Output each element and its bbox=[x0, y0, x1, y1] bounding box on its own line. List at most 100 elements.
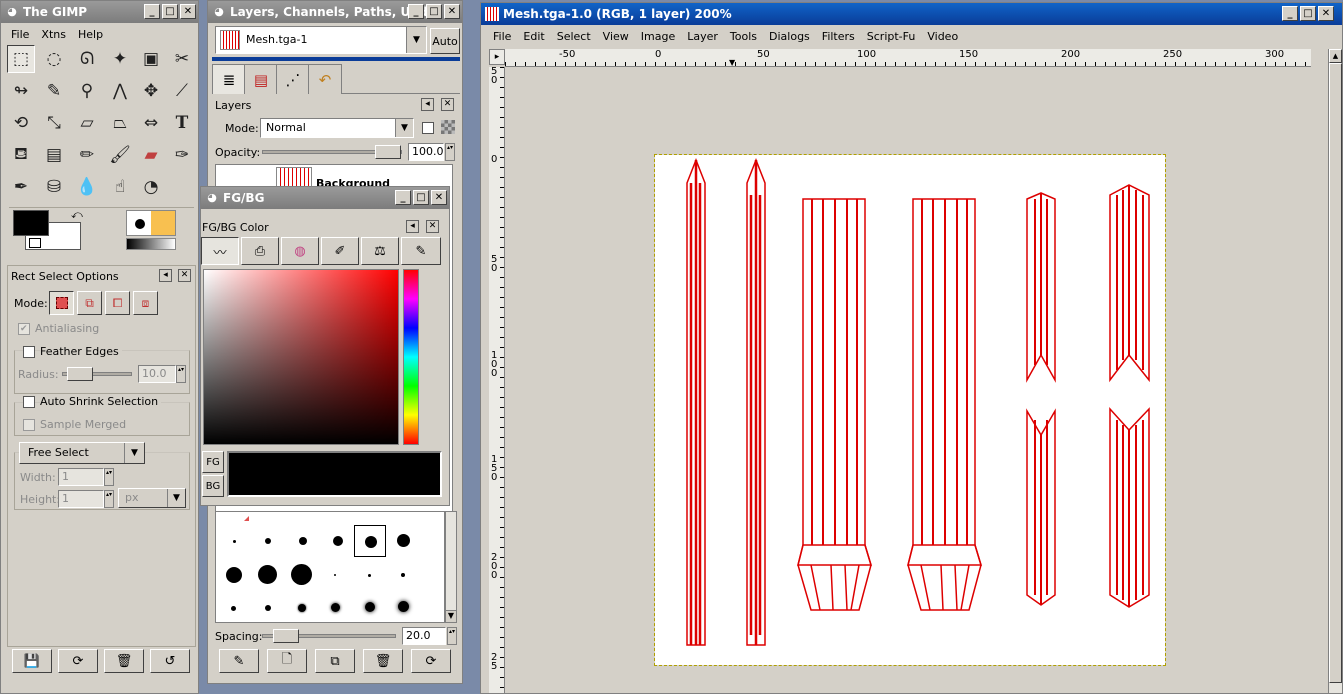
brush-fuzzy-1[interactable] bbox=[334, 574, 336, 576]
layers-titlebar[interactable]: ◕ Layers, Channels, Paths, Und... _ □ ✕ bbox=[208, 1, 462, 23]
image-canvas[interactable] bbox=[654, 154, 1166, 666]
hue-strip[interactable] bbox=[403, 269, 419, 445]
menu-edit[interactable]: Edit bbox=[517, 30, 550, 43]
maximize-button[interactable]: □ bbox=[162, 4, 178, 19]
triangle-selector-tab[interactable]: ◍ bbox=[281, 237, 319, 265]
image-titlebar[interactable]: Mesh.tga-1.0 (RGB, 1 layer) 200% _ □ ✕ bbox=[481, 3, 1342, 25]
brush-5[interactable] bbox=[299, 537, 307, 545]
menu-file[interactable]: File bbox=[487, 30, 517, 43]
brush-7[interactable] bbox=[333, 536, 343, 546]
reset-options-button[interactable]: ↺ bbox=[150, 649, 190, 673]
eyedropper-button[interactable]: ✎ bbox=[401, 237, 441, 265]
scale-tool-icon[interactable]: ⤡ bbox=[40, 109, 68, 137]
watercolor-selector-tab[interactable]: ✐ bbox=[321, 237, 359, 265]
gradient-preview[interactable] bbox=[126, 238, 176, 250]
opacity-spin[interactable]: ▴▾ bbox=[445, 143, 455, 161]
maximize-button[interactable]: □ bbox=[1300, 6, 1316, 21]
free-select-dropdown[interactable]: Free Select ▼ bbox=[19, 442, 145, 464]
paintbrush-tool-icon[interactable]: 🖌 bbox=[106, 141, 134, 169]
menu-select[interactable]: Select bbox=[551, 30, 597, 43]
layer-mode-dropdown[interactable]: Normal ▼ bbox=[260, 118, 414, 138]
bucket-fill-tool-icon[interactable]: ⛾ bbox=[7, 141, 35, 169]
panel-close-icon[interactable]: ✕ bbox=[426, 220, 439, 233]
menu-tools[interactable]: Tools bbox=[724, 30, 763, 43]
sample-merged-checkbox[interactable] bbox=[23, 419, 35, 431]
clone-tool-icon[interactable]: ⛁ bbox=[40, 173, 68, 201]
menu-video[interactable]: Video bbox=[921, 30, 964, 43]
new-page-button[interactable]: 🗋 bbox=[267, 649, 307, 673]
brush-fuzzy-7[interactable] bbox=[331, 603, 340, 612]
refresh-button[interactable]: ⟳ bbox=[411, 649, 451, 673]
unit-dropdown[interactable]: px ▼ bbox=[118, 488, 186, 508]
menu-file[interactable]: File bbox=[5, 28, 35, 41]
width-spin[interactable]: ▴▾ bbox=[104, 468, 114, 486]
fg-color-swatch[interactable] bbox=[13, 210, 49, 236]
color-picker-tool-icon[interactable]: ✎ bbox=[40, 77, 68, 105]
brush-fuzzy-8[interactable] bbox=[365, 602, 375, 612]
text-tool-icon[interactable]: T bbox=[168, 109, 196, 137]
radius-spin[interactable]: ▴▾ bbox=[176, 365, 186, 383]
rotate-tool-icon[interactable]: ⟲ bbox=[7, 109, 35, 137]
scales-selector-tab[interactable]: ⚖ bbox=[361, 237, 399, 265]
horizontal-ruler[interactable]: -50 0 50 100 150 200 250 300 ▼ bbox=[505, 49, 1311, 67]
menu-image[interactable]: Image bbox=[635, 30, 681, 43]
free-select-tool-icon[interactable]: ᘏ bbox=[73, 45, 101, 73]
brush-scrollbar[interactable]: ▼ bbox=[445, 511, 457, 623]
move-tool-icon[interactable]: ✥ bbox=[137, 77, 165, 105]
delete-options-button[interactable]: 🗑 bbox=[104, 649, 144, 673]
fgbg-titlebar[interactable]: ◕ FG/BG _ □ ✕ bbox=[201, 187, 449, 209]
panel-menu-icon[interactable]: ◂ bbox=[421, 98, 434, 111]
airbrush-tool-icon[interactable]: ✑ bbox=[168, 141, 196, 169]
paths-tool-icon[interactable]: ↬ bbox=[7, 77, 35, 105]
crop-tool-icon[interactable]: ⟋ bbox=[168, 77, 196, 105]
flip-tool-icon[interactable]: ⇔ bbox=[137, 109, 165, 137]
brush-selected[interactable] bbox=[354, 525, 386, 557]
fuzzy-select-tool-icon[interactable]: ✦ bbox=[106, 45, 134, 73]
shear-tool-icon[interactable]: ▱ bbox=[73, 109, 101, 137]
image-selector-dropdown[interactable]: Mesh.tga-1 ▼ bbox=[215, 26, 427, 54]
mode-subtract-button[interactable]: ⧠ bbox=[105, 291, 130, 315]
restore-options-button[interactable]: ⟳ bbox=[58, 649, 98, 673]
panel-close-icon[interactable]: ✕ bbox=[178, 269, 191, 282]
brush-19[interactable] bbox=[291, 564, 312, 585]
menu-layer[interactable]: Layer bbox=[681, 30, 724, 43]
gimp-selector-tab[interactable]: 〰 bbox=[201, 237, 239, 265]
brush-fuzzy-2[interactable] bbox=[368, 574, 371, 577]
minimize-button[interactable]: _ bbox=[408, 4, 424, 19]
radius-field[interactable]: 10.0 bbox=[138, 365, 176, 383]
swap-colors-icon[interactable]: ⤺ bbox=[71, 208, 83, 222]
spacing-spin[interactable]: ▴▾ bbox=[447, 627, 457, 645]
opacity-field[interactable]: 100.0 bbox=[408, 143, 444, 161]
delete-button[interactable]: 🗑 bbox=[363, 649, 403, 673]
cmyk-selector-tab[interactable]: ⎙ bbox=[241, 237, 279, 265]
rect-select-tool-icon[interactable]: ⬚ bbox=[7, 45, 35, 73]
save-options-button[interactable]: 💾 bbox=[12, 649, 52, 673]
menu-script-fu[interactable]: Script-Fu bbox=[861, 30, 922, 43]
brush-fuzzy-6[interactable] bbox=[298, 604, 306, 612]
duplicate-button[interactable]: ⧉ bbox=[315, 649, 355, 673]
canvas-area[interactable] bbox=[505, 67, 1311, 693]
close-button[interactable]: ✕ bbox=[180, 4, 196, 19]
brush-13[interactable] bbox=[226, 567, 242, 583]
dodge-burn-tool-icon[interactable]: ◔ bbox=[137, 173, 165, 201]
maximize-button[interactable]: □ bbox=[413, 190, 429, 205]
brush-preview[interactable] bbox=[126, 210, 176, 236]
tab-paths[interactable]: ⋰ bbox=[276, 64, 310, 94]
panel-menu-icon[interactable]: ◂ bbox=[406, 220, 419, 233]
minimize-button[interactable]: _ bbox=[395, 190, 411, 205]
menu-xtns[interactable]: Xtns bbox=[35, 28, 72, 41]
smudge-tool-icon[interactable]: ☝ bbox=[106, 173, 134, 201]
close-button[interactable]: ✕ bbox=[1318, 6, 1334, 21]
close-button[interactable]: ✕ bbox=[444, 4, 460, 19]
spacing-field[interactable]: 20.0 bbox=[402, 627, 446, 645]
mode-add-button[interactable]: ⧉ bbox=[77, 291, 102, 315]
tab-layers[interactable]: ≣ bbox=[212, 64, 246, 94]
brush-fuzzy-5[interactable] bbox=[265, 605, 271, 611]
maximize-button[interactable]: □ bbox=[426, 4, 442, 19]
tab-undo[interactable]: ↶ bbox=[308, 64, 342, 94]
height-field[interactable]: 1 bbox=[58, 490, 104, 508]
select-by-color-tool-icon[interactable]: ▣ bbox=[137, 45, 165, 73]
opacity-slider[interactable] bbox=[262, 145, 402, 159]
brush-15[interactable] bbox=[258, 565, 277, 584]
brush-1[interactable] bbox=[233, 540, 236, 543]
